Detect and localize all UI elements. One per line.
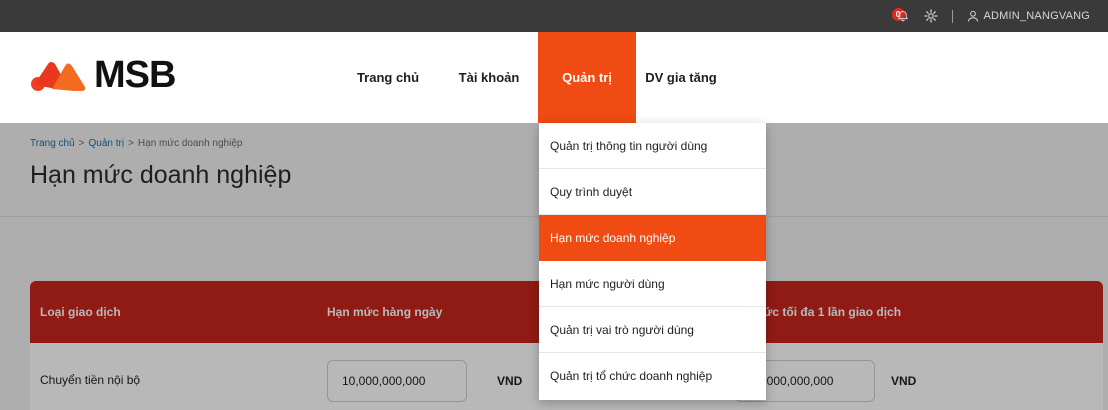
menu-item-user-role-management[interactable]: Quản trị vai trò người dùng — [539, 307, 766, 353]
bell-icon — [897, 10, 908, 22]
notifications-button[interactable]: 0 — [891, 7, 910, 25]
admin-dropdown-menu: Quản trị thông tin người dùng Quy trình … — [539, 123, 766, 400]
brand-name: MSB — [94, 54, 176, 96]
utility-controls: 0 ADMIN_NANGVANG — [891, 0, 1091, 32]
top-utility-bar: 0 ADMIN_NANGVANG — [0, 0, 1108, 32]
nav-item-value-added-services[interactable]: DV gia tăng — [636, 32, 726, 123]
menu-item-user-info-management[interactable]: Quản trị thông tin người dùng — [539, 123, 766, 169]
utility-divider — [951, 9, 953, 23]
nav-item-account[interactable]: Tài khoản — [440, 32, 538, 123]
user-menu[interactable]: ADMIN_NANGVANG — [967, 10, 1091, 22]
main-navigation: Trang chủ Tài khoản Quản trị DV gia tăng — [336, 32, 726, 123]
msb-logo-mark-icon — [31, 61, 86, 91]
user-icon — [967, 10, 978, 22]
menu-item-organization-management[interactable]: Quản trị tổ chức doanh nghiệp — [539, 353, 766, 399]
menu-item-enterprise-limits[interactable]: Hạn mức doanh nghiệp — [539, 215, 766, 261]
brand-logo[interactable]: MSB — [30, 54, 176, 97]
gear-icon[interactable] — [923, 9, 938, 23]
menu-item-approval-workflow[interactable]: Quy trình duyệt — [539, 169, 766, 215]
nav-item-home[interactable]: Trang chủ — [336, 32, 440, 123]
user-name: ADMIN_NANGVANG — [983, 10, 1090, 22]
main-header: MSB Trang chủ Tài khoản Quản trị DV gia … — [0, 32, 1108, 123]
menu-item-user-limits[interactable]: Hạn mức người dùng — [539, 261, 766, 307]
nav-item-admin[interactable]: Quản trị — [538, 32, 636, 123]
